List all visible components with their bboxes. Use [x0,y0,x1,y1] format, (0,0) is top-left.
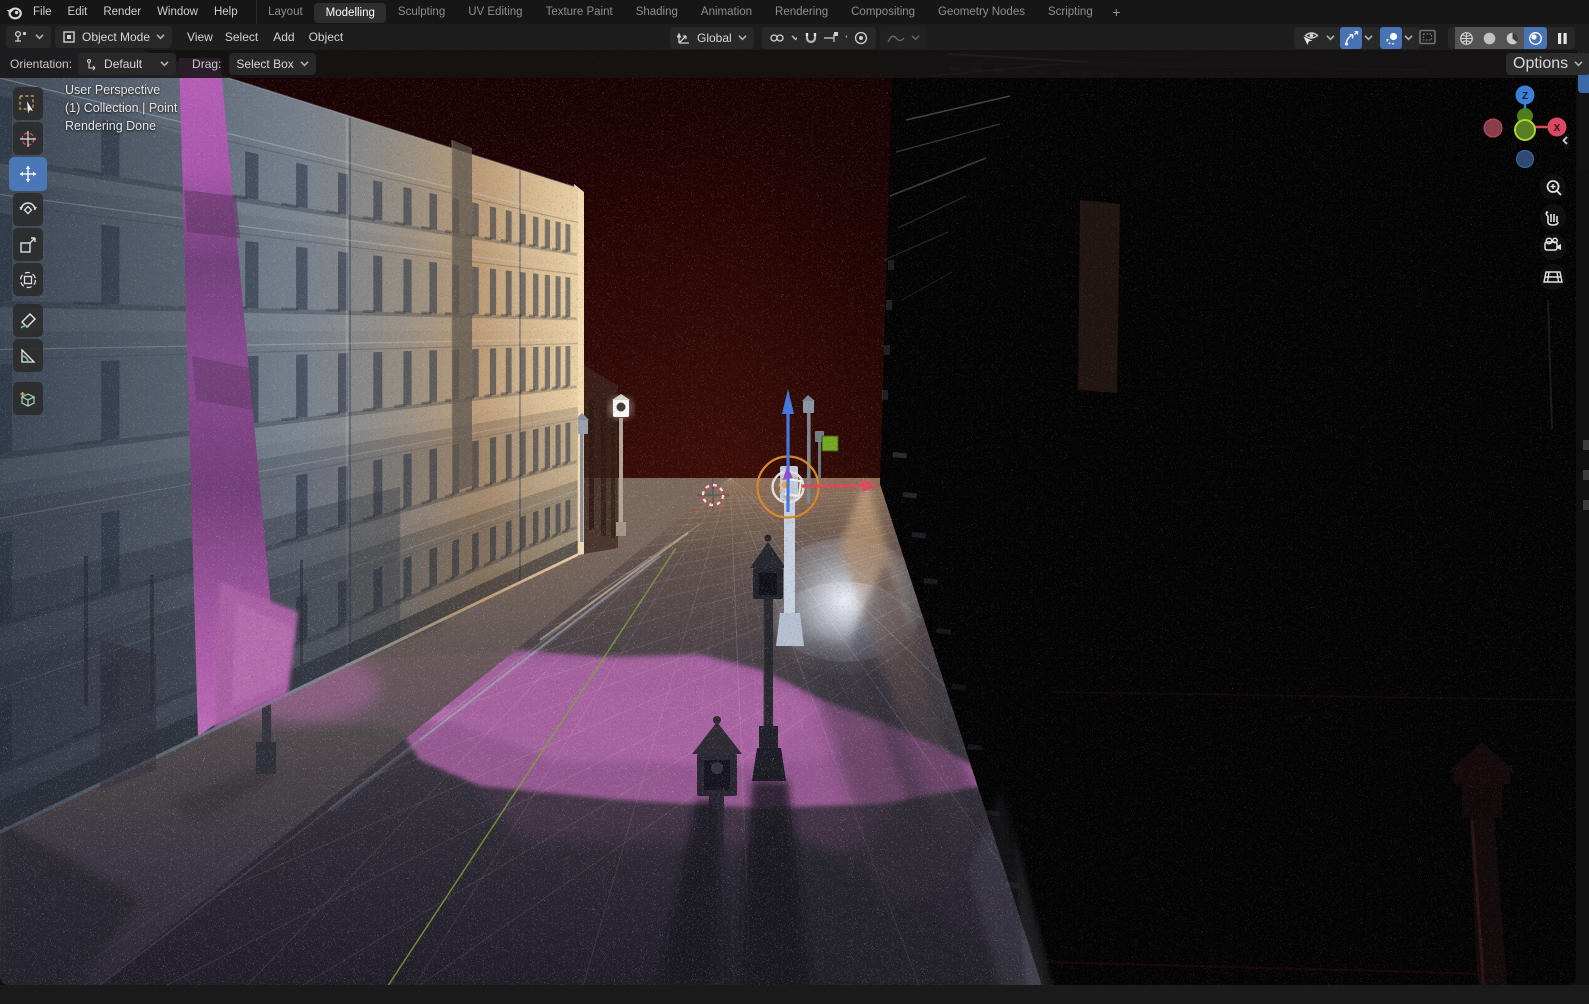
svg-text:Z: Z [1522,91,1528,102]
svg-text:X: X [1554,123,1561,134]
